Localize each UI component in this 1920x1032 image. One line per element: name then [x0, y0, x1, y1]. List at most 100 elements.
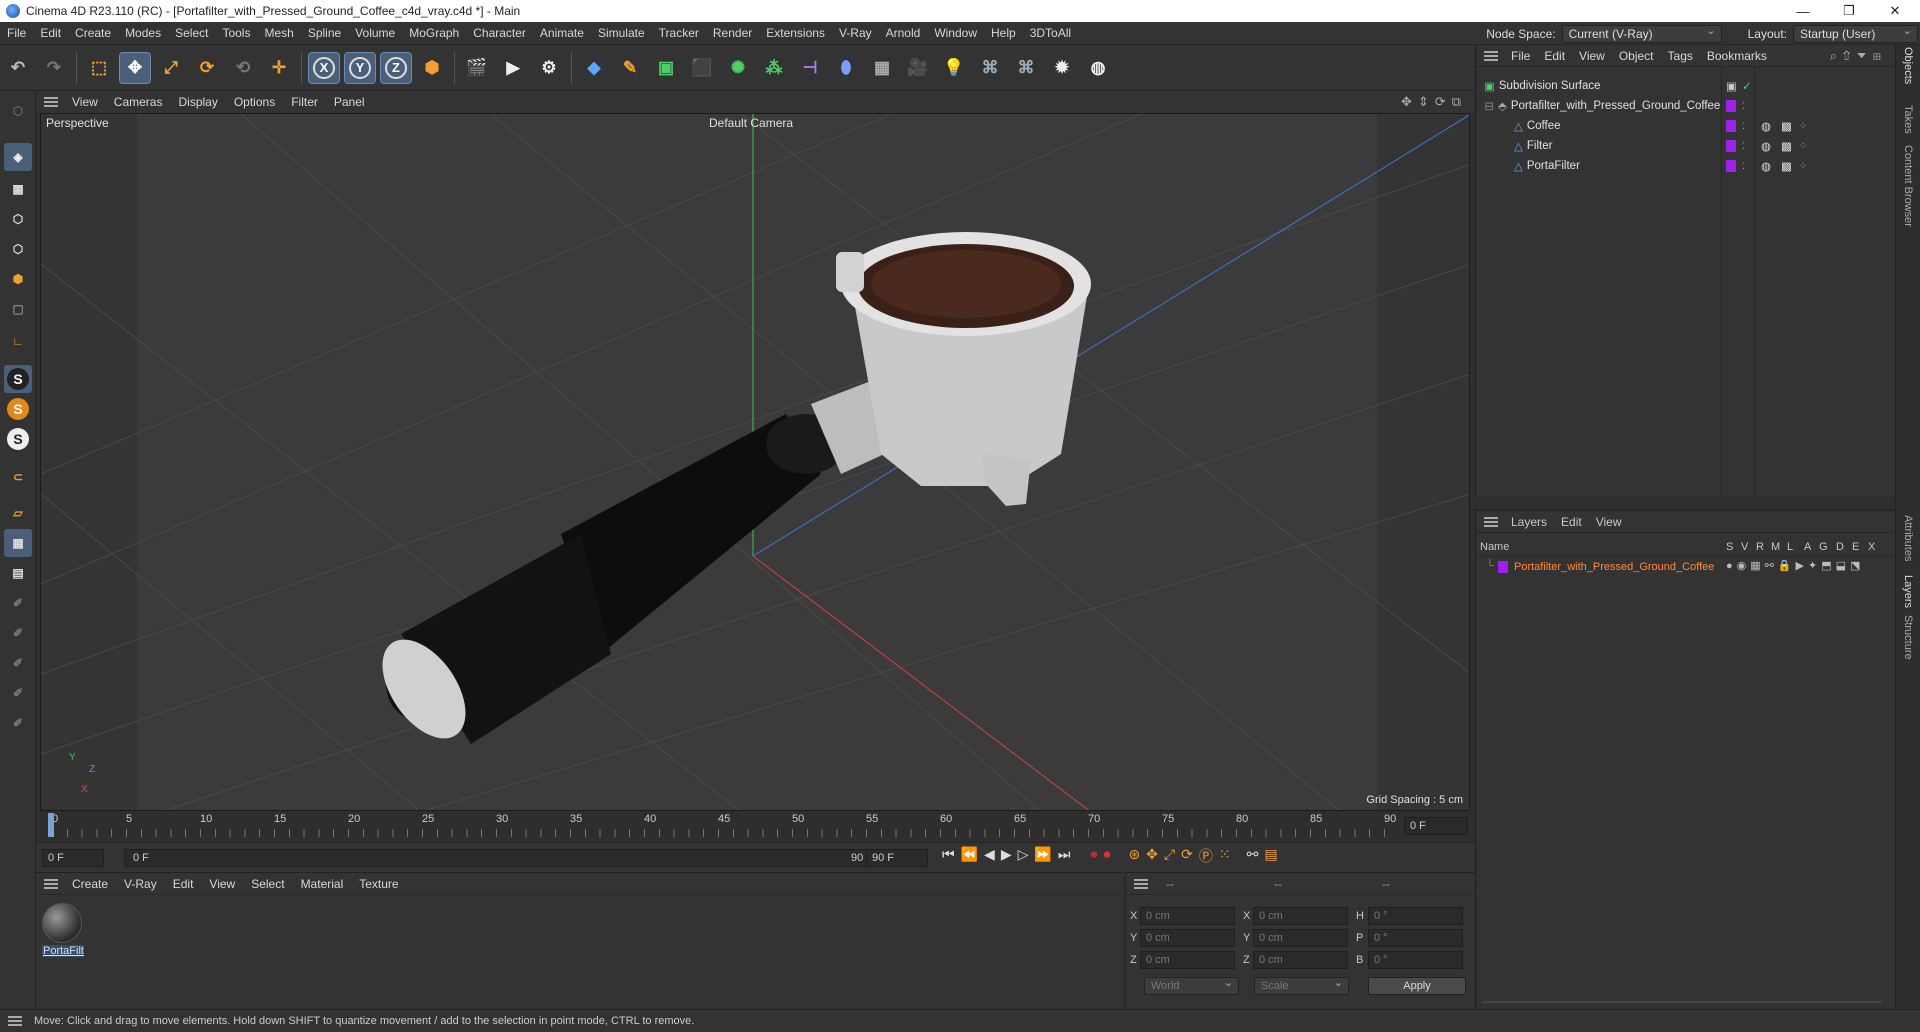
mat-menu-select[interactable]: Select — [243, 877, 292, 891]
object-row[interactable]: ▣ Subdivision Surface ▣ ✓ — [1476, 76, 1896, 96]
cloner-icon[interactable]: ✺ — [723, 53, 753, 83]
coordinate-system-icon[interactable]: ⬢ — [417, 53, 447, 83]
menu-3dtoall[interactable]: 3DToAll — [1023, 26, 1078, 40]
visibility-dots-icon[interactable]: ⁚ — [1742, 101, 1745, 112]
key-param-icon[interactable]: Ⓟ — [1199, 846, 1213, 866]
next-key-icon[interactable]: ⏩ — [1034, 846, 1051, 866]
pos-x-field[interactable]: 0 cm — [1140, 907, 1235, 925]
next-frame-icon[interactable]: ▷ — [1018, 846, 1029, 866]
motion-system-icon[interactable]: ⚯ — [1247, 846, 1259, 866]
obj-menu-bookmarks[interactable]: Bookmarks — [1700, 49, 1774, 63]
menu-create[interactable]: Create — [68, 26, 118, 40]
spline-pen-icon[interactable]: ✎ — [615, 53, 645, 83]
material-hamburger-icon[interactable] — [44, 878, 58, 889]
menu-help[interactable]: Help — [984, 26, 1023, 40]
undo-icon[interactable]: ↶ — [3, 53, 33, 83]
python-generator-icon[interactable]: ⌘ — [1011, 53, 1041, 83]
magnet-icon[interactable]: ⊂ — [4, 463, 32, 491]
tab-layers[interactable]: Layers — [1902, 575, 1914, 608]
menu-arnold[interactable]: Arnold — [879, 26, 928, 40]
obj-menu-view[interactable]: View — [1572, 49, 1612, 63]
vp-menu-filter[interactable]: Filter — [283, 95, 326, 109]
perspective-viewport[interactable]: Perspective Default Camera Grid Spacing … — [40, 113, 1470, 811]
menu-render[interactable]: Render — [706, 26, 759, 40]
z-axis-lock-button[interactable]: Z — [380, 51, 412, 84]
texture-mode-icon[interactable]: ▩ — [4, 175, 32, 203]
menu-tools[interactable]: Tools — [215, 26, 257, 40]
workplane-grid-icon[interactable]: ▦ — [4, 529, 32, 557]
vp-menu-panel[interactable]: Panel — [326, 95, 373, 109]
tree-expand-icon[interactable]: ⊟ — [1476, 99, 1494, 113]
mat-menu-edit[interactable]: Edit — [165, 877, 202, 891]
render-view-icon[interactable]: 🎬 — [462, 53, 492, 83]
vp-menu-display[interactable]: Display — [170, 95, 225, 109]
object-edit-check-icon[interactable]: ▣ — [1726, 79, 1737, 93]
menu-animate[interactable]: Animate — [533, 26, 591, 40]
vray-globe-icon[interactable]: ◍ — [1083, 53, 1113, 83]
workplane-lock-icon[interactable]: ▤ — [4, 559, 32, 587]
y-axis-lock-button[interactable]: Y — [344, 51, 376, 84]
layer-color-swatch[interactable] — [1726, 140, 1736, 152]
mat-menu-create[interactable]: Create — [64, 877, 116, 891]
node-space-dropdown[interactable]: Current (V-Ray) — [1561, 24, 1722, 43]
texture-tag-icon[interactable]: ▩ — [1781, 159, 1792, 173]
layer-color-swatch[interactable] — [1726, 120, 1736, 132]
tab-attributes[interactable]: Attributes — [1902, 515, 1914, 561]
key-position-icon[interactable]: ✥ — [1146, 846, 1158, 866]
transform-tool-icon[interactable]: ✛ — [264, 53, 294, 83]
move-tool-icon[interactable]: ✥ — [119, 51, 151, 84]
menu-spline[interactable]: Spline — [301, 26, 348, 40]
layers-col-solo[interactable]: S — [1726, 541, 1733, 553]
frame-range-slider[interactable]: 0 F 90 F — [124, 849, 884, 867]
current-frame-field[interactable]: 0 F — [1404, 817, 1468, 835]
vp-menu-cameras[interactable]: Cameras — [106, 95, 171, 109]
layers-scrollbar[interactable] — [1482, 1001, 1882, 1003]
layer-color-swatch[interactable] — [1726, 160, 1736, 172]
vray-tag-icon[interactable]: ⁘ — [1799, 141, 1807, 152]
layers-col-expressions[interactable]: E — [1852, 541, 1859, 553]
timeline-ruler[interactable]: 0 5 10 15 20 25 30 35 40 45 50 55 60 65 … — [36, 811, 1475, 842]
size-z-field[interactable]: 0 cm — [1253, 951, 1348, 969]
make-editable-icon[interactable]: ⬡ — [4, 97, 32, 125]
layer-flag-icons[interactable]: ●◉▦⚯🔒▶✦⬒⬓⬔ — [1726, 559, 1864, 572]
brush-icon[interactable]: ✐ — [4, 709, 32, 737]
obj-menu-file[interactable]: File — [1504, 49, 1537, 63]
previous-key-icon[interactable]: ⏪ — [961, 846, 978, 866]
coord-mode-dropdown[interactable]: Scale — [1254, 976, 1349, 995]
layer-row[interactable]: └ Portafilter_with_Pressed_Ground_Coffee… — [1476, 557, 1895, 577]
material-swatch[interactable]: PortaFilt — [42, 903, 84, 959]
snap-grid-icon[interactable]: S — [4, 425, 32, 453]
polygons-mode-icon[interactable]: ⬢ — [4, 265, 32, 293]
visibility-dots-icon[interactable]: ⁚ — [1742, 121, 1745, 132]
playhead[interactable] — [48, 813, 54, 837]
vray-tag-icon[interactable]: ⁘ — [1799, 121, 1807, 132]
menu-mograph[interactable]: MoGraph — [402, 26, 466, 40]
redo-icon[interactable]: ↷ — [39, 53, 69, 83]
texture-tag-icon[interactable]: ▩ — [1781, 139, 1792, 153]
live-select-icon[interactable]: ⬚ — [84, 53, 114, 83]
light-icon[interactable]: 💡 — [939, 53, 969, 83]
rot-b-field[interactable]: 0 ° — [1368, 951, 1463, 969]
viewport-camera-label[interactable]: Default Camera — [709, 116, 793, 130]
render-picture-viewer-icon[interactable]: ▶ — [498, 53, 528, 83]
python-icon[interactable]: ⌘ — [975, 53, 1005, 83]
plane-grid-icon[interactable]: ▱ — [4, 499, 32, 527]
autokey-icon[interactable]: ⏺ — [1090, 846, 1097, 866]
tab-takes[interactable]: Takes — [1902, 105, 1914, 134]
layers-col-xref[interactable]: X — [1868, 541, 1875, 553]
mat-menu-material[interactable]: Material — [293, 877, 352, 891]
vp-menu-options[interactable]: Options — [226, 95, 283, 109]
paint-p-icon[interactable]: ✐ — [4, 619, 32, 647]
x-axis-lock-button[interactable]: X — [308, 51, 340, 84]
menu-window[interactable]: Window — [927, 26, 984, 40]
key-selection-icon[interactable]: ⊛ — [1128, 846, 1140, 866]
material-tag-icon[interactable]: ◍ — [1761, 139, 1771, 153]
menu-vray[interactable]: V-Ray — [832, 26, 879, 40]
mat-menu-view[interactable]: View — [201, 877, 243, 891]
menu-modes[interactable]: Modes — [118, 26, 168, 40]
rotate-tool-icon[interactable]: ⟳ — [192, 53, 222, 83]
subdivision-surface-icon[interactable]: ▣ — [651, 53, 681, 83]
layers-hamburger-icon[interactable] — [1484, 516, 1498, 527]
start-frame-field[interactable]: 0 F — [42, 849, 104, 867]
menu-volume[interactable]: Volume — [348, 26, 402, 40]
